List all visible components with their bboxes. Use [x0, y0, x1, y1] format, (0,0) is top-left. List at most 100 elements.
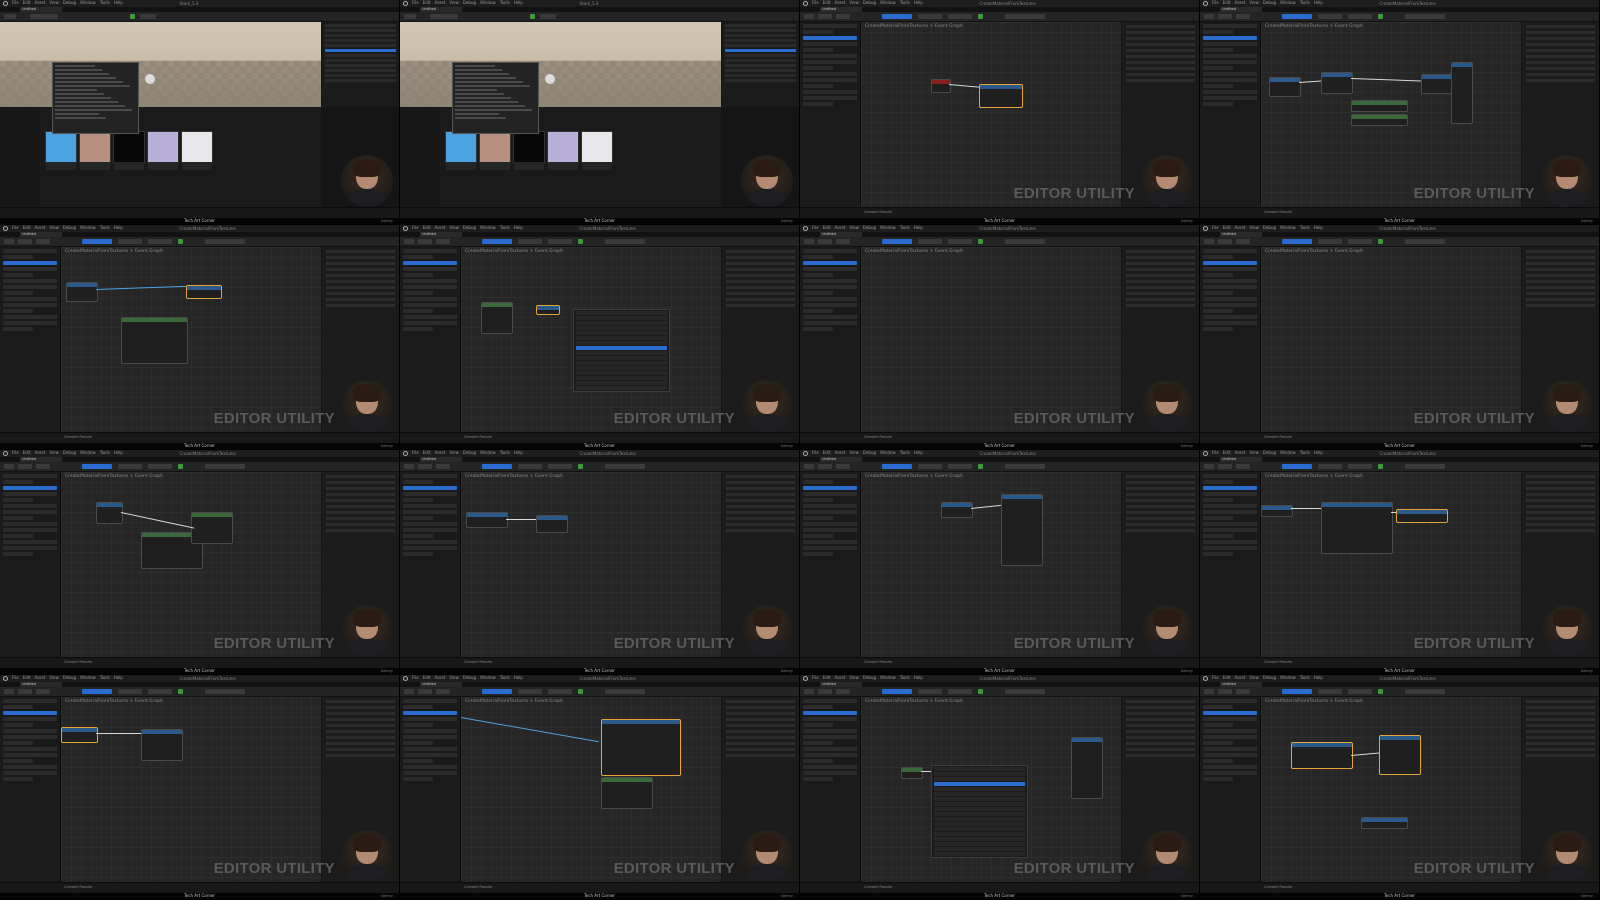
variable-row[interactable] [403, 474, 457, 478]
menu-item[interactable]: Edit [823, 450, 831, 455]
menu-item[interactable]: File [12, 0, 19, 5]
compile-button[interactable] [1204, 689, 1214, 694]
variable-row[interactable] [403, 747, 457, 751]
menu-item[interactable] [934, 787, 1025, 791]
asset-thumbnail[interactable] [147, 131, 179, 170]
graph-node[interactable] [1269, 77, 1301, 97]
variable-row[interactable] [803, 528, 857, 532]
variable-row[interactable] [803, 315, 857, 319]
menu-item[interactable]: Asset [34, 0, 45, 5]
event-graph-canvas[interactable]: CreateMaterialFromTextures > Event Graph [861, 697, 1121, 883]
variable-row[interactable] [3, 711, 57, 715]
menu-item[interactable]: Asset [834, 675, 845, 680]
variable-row[interactable] [403, 699, 457, 703]
variable-row[interactable] [803, 516, 833, 520]
variable-row[interactable] [1203, 285, 1257, 289]
run-utility-button[interactable] [882, 239, 912, 244]
variable-row[interactable] [3, 303, 57, 307]
menu-item[interactable]: Edit [823, 0, 831, 5]
event-graph-canvas[interactable]: CreateMaterialFromTextures > Event Graph [460, 697, 721, 883]
variable-row[interactable] [803, 90, 857, 94]
variable-row[interactable] [1203, 771, 1257, 775]
run-utility-button[interactable] [1282, 239, 1312, 244]
variable-row[interactable] [403, 729, 457, 733]
outliner-row[interactable] [725, 54, 796, 57]
menu-item[interactable] [576, 376, 667, 380]
play-button[interactable] [1378, 464, 1383, 469]
debug-object-dropdown[interactable] [205, 689, 245, 694]
variable-row[interactable] [803, 492, 857, 496]
class-settings-button[interactable] [918, 239, 942, 244]
menu-item[interactable] [576, 321, 667, 325]
menu-item[interactable]: Edit [423, 675, 431, 680]
save-button[interactable] [1218, 464, 1232, 469]
variable-row[interactable] [1203, 48, 1233, 52]
menu-item[interactable]: Debug [63, 0, 76, 5]
variable-row[interactable] [803, 729, 857, 733]
variable-row[interactable] [1203, 90, 1257, 94]
menu-item[interactable]: Help [914, 0, 923, 5]
menu-item[interactable]: Help [914, 675, 923, 680]
variable-row[interactable] [3, 729, 57, 733]
menu-item[interactable]: Window [480, 450, 496, 455]
graph-node[interactable] [601, 777, 653, 809]
play-button[interactable] [1378, 689, 1383, 694]
variable-row[interactable] [3, 546, 57, 550]
event-graph-canvas[interactable]: CreateMaterialFromTextures > Event Graph [61, 247, 321, 433]
menu-item[interactable]: Help [914, 225, 923, 230]
variable-row[interactable] [803, 255, 833, 259]
variable-row[interactable] [403, 291, 433, 295]
variable-row[interactable] [403, 522, 457, 526]
variable-row[interactable] [1203, 54, 1257, 58]
menu-item[interactable]: Tools [900, 675, 910, 680]
variable-row[interactable] [403, 765, 457, 769]
variable-row[interactable] [3, 552, 33, 556]
outliner-row[interactable] [725, 74, 796, 77]
save-button[interactable] [1218, 239, 1232, 244]
variable-row[interactable] [1203, 522, 1257, 526]
outliner-row[interactable] [725, 64, 796, 67]
outliner-row[interactable] [325, 39, 396, 42]
menu-item[interactable]: Edit [23, 0, 31, 5]
menu-item[interactable]: File [12, 675, 19, 680]
variable-row[interactable] [1203, 765, 1257, 769]
class-defaults-button[interactable] [548, 239, 572, 244]
event-graph-canvas[interactable]: CreateMaterialFromTextures > Event Graph [61, 472, 321, 658]
outliner-row[interactable] [725, 44, 796, 47]
graph-node[interactable] [901, 767, 923, 779]
outliner-row[interactable] [725, 24, 796, 27]
menu-item[interactable]: Tools [500, 450, 510, 455]
browse-button[interactable] [1236, 689, 1250, 694]
menu-item[interactable] [576, 341, 667, 345]
variable-row[interactable] [803, 42, 857, 46]
variable-row[interactable] [1203, 735, 1257, 739]
variable-row[interactable] [803, 96, 857, 100]
variable-row[interactable] [3, 291, 33, 295]
class-defaults-button[interactable] [1348, 239, 1372, 244]
class-defaults-button[interactable] [548, 689, 572, 694]
menu-item[interactable]: Edit [23, 450, 31, 455]
variable-row[interactable] [3, 249, 57, 253]
variable-row[interactable] [1203, 249, 1257, 253]
variable-row[interactable] [1203, 486, 1257, 490]
menu-item[interactable]: File [412, 675, 419, 680]
variable-row[interactable] [3, 723, 33, 727]
save-button[interactable] [418, 239, 432, 244]
menu-item[interactable]: View [449, 450, 459, 455]
event-graph-canvas[interactable]: CreateMaterialFromTextures > Event Graph [1261, 22, 1521, 208]
menu-item[interactable]: Asset [834, 0, 845, 5]
compile-button[interactable] [404, 689, 414, 694]
event-graph-canvas[interactable]: CreateMaterialFromTextures > Event Graph [1261, 697, 1521, 883]
menu-item[interactable]: View [49, 0, 59, 5]
debug-object-dropdown[interactable] [1405, 464, 1445, 469]
variable-row[interactable] [3, 528, 57, 532]
variable-row[interactable] [803, 291, 833, 295]
variable-row[interactable] [1203, 327, 1233, 331]
variable-row[interactable] [803, 66, 833, 70]
menu-item[interactable]: Tools [900, 450, 910, 455]
menu-item[interactable]: Help [514, 0, 523, 5]
menu-item[interactable]: Window [480, 0, 496, 5]
menu-item[interactable]: Asset [1234, 225, 1245, 230]
variable-row[interactable] [403, 315, 457, 319]
menu-item[interactable]: View [1249, 675, 1259, 680]
